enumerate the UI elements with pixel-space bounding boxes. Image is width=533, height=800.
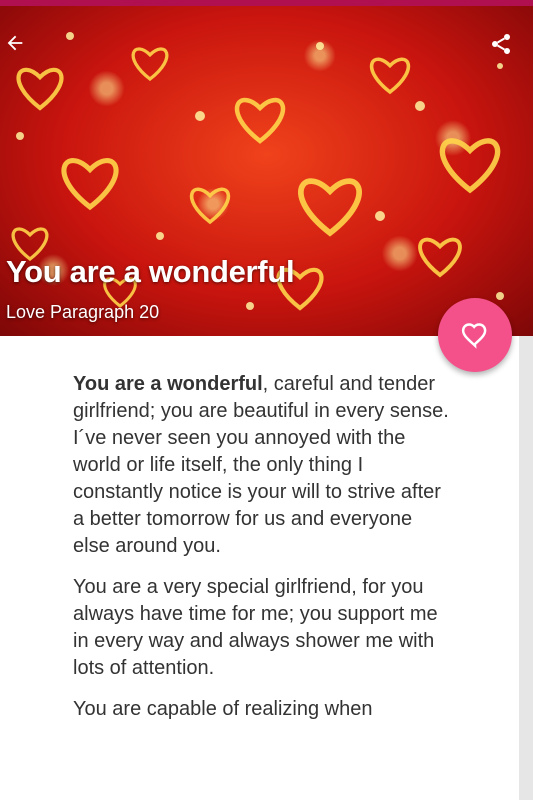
arrow-back-icon (7, 35, 23, 51)
article-body: You are a wonderful, careful and tender … (73, 371, 453, 737)
paragraph-lead: You are a wonderful (73, 373, 263, 395)
page-title: You are a wonderful (6, 254, 295, 289)
page-subtitle: Love Paragraph 20 (6, 302, 160, 322)
heart-outline-icon (461, 323, 487, 349)
paragraph-1: You are a wonderful, careful and tender … (73, 371, 453, 560)
favorite-button[interactable] (438, 298, 512, 372)
share-button[interactable] (489, 32, 521, 64)
paragraph-3: You are capable of realizing when (73, 698, 373, 720)
share-icon (492, 34, 510, 54)
paragraph-1-text: , careful and tender girlfriend; you are… (73, 373, 449, 557)
header-image: You are a wonderful Love Paragraph 20 (0, 6, 533, 336)
paragraph-2: You are a very special girlfriend, for y… (73, 576, 438, 679)
back-button[interactable] (4, 32, 36, 64)
